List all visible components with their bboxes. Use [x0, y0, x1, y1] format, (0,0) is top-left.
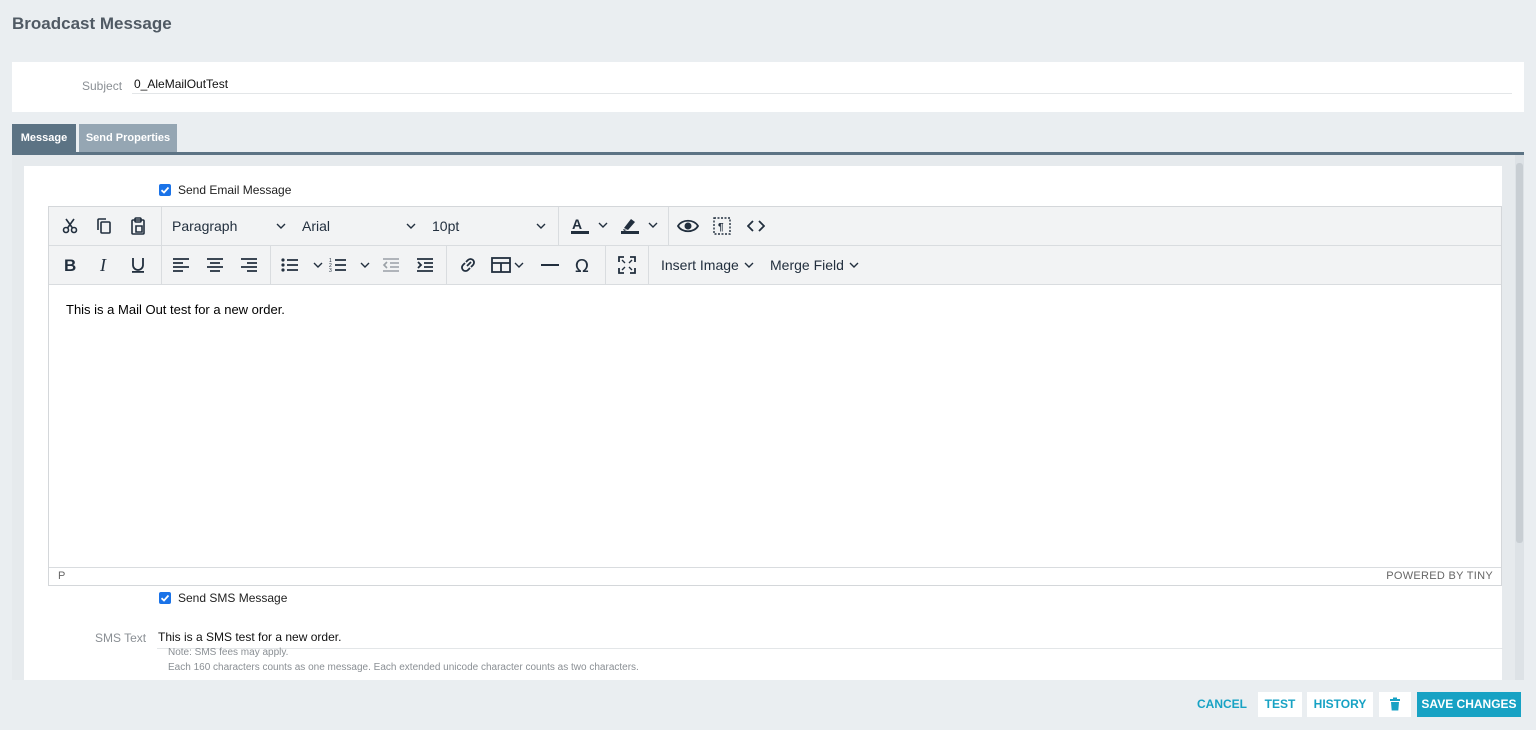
editor-content-area[interactable]: This is a Mail Out test for a new order. [49, 285, 1501, 567]
editor-toolbar-row-2: B I 1 2 3 Ω Insert Image Merge Field [49, 246, 1501, 285]
paste-icon[interactable] [125, 207, 151, 245]
link-icon[interactable] [455, 246, 481, 284]
subject-input[interactable]: 0_AleMailOutTest [134, 77, 228, 91]
italic-icon[interactable]: I [91, 246, 117, 284]
sms-text-input[interactable]: This is a SMS test for a new order. [158, 630, 341, 644]
toolbar-separator [446, 246, 447, 284]
editor-content-text: This is a Mail Out test for a new order. [66, 302, 285, 317]
editor-status-bar: P POWERED BY TINY [49, 567, 1501, 585]
send-sms-label: Send SMS Message [178, 591, 288, 605]
numbered-list-icon: 123 [329, 258, 370, 273]
svg-text:3: 3 [329, 268, 332, 273]
chevron-down-icon [276, 223, 286, 229]
align-right-icon[interactable] [236, 246, 262, 284]
svg-text:¶: ¶ [718, 222, 724, 233]
subject-underline [132, 93, 1512, 94]
highlight-icon [621, 219, 658, 234]
highlight-color-button[interactable] [617, 207, 661, 245]
table-icon [491, 257, 524, 273]
table-button[interactable] [489, 246, 529, 284]
fullscreen-icon[interactable] [614, 246, 640, 284]
special-character-icon[interactable]: Ω [571, 246, 597, 284]
preview-icon[interactable] [675, 207, 701, 245]
save-changes-button[interactable]: SAVE CHANGES [1417, 692, 1521, 717]
toolbar-separator [161, 207, 162, 245]
sms-underline [157, 648, 1503, 649]
sms-character-note: Each 160 characters counts as one messag… [168, 662, 639, 673]
toolbar-separator [668, 207, 669, 245]
chevron-down-icon [536, 223, 546, 229]
font-family-select[interactable]: Arial [302, 207, 420, 245]
tab-message[interactable]: Message [12, 124, 76, 152]
send-sms-checkbox[interactable] [159, 592, 171, 604]
toolbar-separator [605, 246, 606, 284]
sms-text-label: SMS Text [95, 631, 147, 645]
insert-image-label: Insert Image [661, 257, 739, 273]
chevron-down-icon [849, 262, 859, 268]
text-color-icon: A [571, 216, 608, 234]
svg-text:Ω: Ω [575, 256, 589, 274]
send-email-label: Send Email Message [178, 183, 292, 197]
source-code-icon[interactable] [743, 207, 769, 245]
block-format-select[interactable]: Paragraph [172, 207, 290, 245]
font-size-value: 10pt [432, 218, 460, 234]
align-left-icon[interactable] [168, 246, 194, 284]
message-panel: Send Email Message Paragraph Arial 10pt … [12, 155, 1524, 680]
bullet-list-icon [281, 258, 323, 272]
subject-label: Subject [82, 79, 123, 93]
insert-image-menu[interactable]: Insert Image [661, 246, 761, 284]
trash-icon [1390, 697, 1400, 711]
block-format-value: Paragraph [172, 218, 238, 234]
powered-by-link[interactable]: POWERED BY TINY [1386, 570, 1493, 582]
scrollbar-thumb[interactable] [1516, 163, 1523, 543]
toolbar-separator [648, 246, 649, 284]
sms-fee-note: Note: SMS fees may apply. [168, 647, 289, 658]
element-path[interactable]: P [58, 570, 65, 582]
text-color-button[interactable]: A [567, 207, 611, 245]
outdent-icon[interactable] [378, 246, 404, 284]
tab-send-properties[interactable]: Send Properties [79, 124, 177, 152]
cancel-button[interactable]: CANCEL [1192, 692, 1252, 717]
rich-text-editor: Paragraph Arial 10pt A ¶ B I 1 2 3 Ω Ins… [48, 206, 1502, 586]
bold-icon[interactable]: B [57, 246, 83, 284]
test-button[interactable]: TEST [1258, 692, 1302, 717]
font-size-select[interactable]: 10pt [432, 207, 550, 245]
chevron-down-icon [406, 223, 416, 229]
numbered-list-button[interactable]: 123 [328, 246, 374, 284]
svg-text:I: I [99, 256, 107, 274]
merge-field-label: Merge Field [770, 257, 844, 273]
page-title: Broadcast Message [12, 14, 172, 33]
editor-toolbar-row-1: Paragraph Arial 10pt A ¶ [49, 207, 1501, 246]
svg-text:B: B [64, 256, 76, 274]
show-blocks-icon[interactable]: ¶ [709, 207, 735, 245]
underline-icon[interactable] [125, 246, 151, 284]
chevron-down-icon [744, 262, 754, 268]
svg-text:A: A [572, 216, 582, 232]
toolbar-separator [270, 246, 271, 284]
merge-field-menu[interactable]: Merge Field [770, 246, 866, 284]
indent-icon[interactable] [412, 246, 438, 284]
toolbar-separator [161, 246, 162, 284]
horizontal-rule-icon[interactable] [537, 246, 563, 284]
history-button[interactable]: HISTORY [1307, 692, 1373, 717]
bullet-list-button[interactable] [279, 246, 325, 284]
font-family-value: Arial [302, 218, 331, 234]
delete-button[interactable] [1379, 692, 1411, 717]
subject-card: Subject 0_AleMailOutTest [12, 62, 1524, 112]
align-center-icon[interactable] [202, 246, 228, 284]
cut-icon[interactable] [57, 207, 83, 245]
toolbar-separator [558, 207, 559, 245]
send-email-checkbox[interactable] [159, 184, 171, 196]
message-form: Send Email Message Paragraph Arial 10pt … [24, 166, 1503, 680]
copy-icon[interactable] [91, 207, 117, 245]
